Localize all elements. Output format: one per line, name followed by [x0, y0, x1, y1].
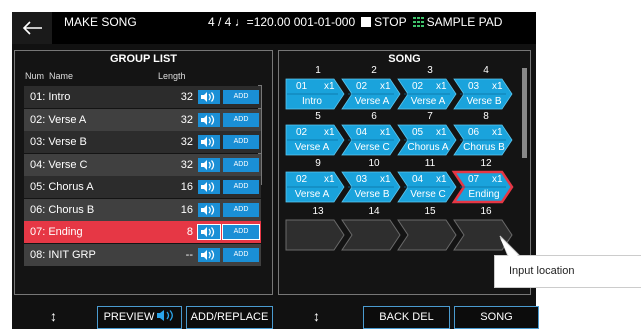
callout-pointer-cover: [500, 238, 519, 257]
make-song-screen: MAKE SONG 4 / 4 ♩=120.00 001-01-000 STOP S…: [0, 0, 641, 329]
